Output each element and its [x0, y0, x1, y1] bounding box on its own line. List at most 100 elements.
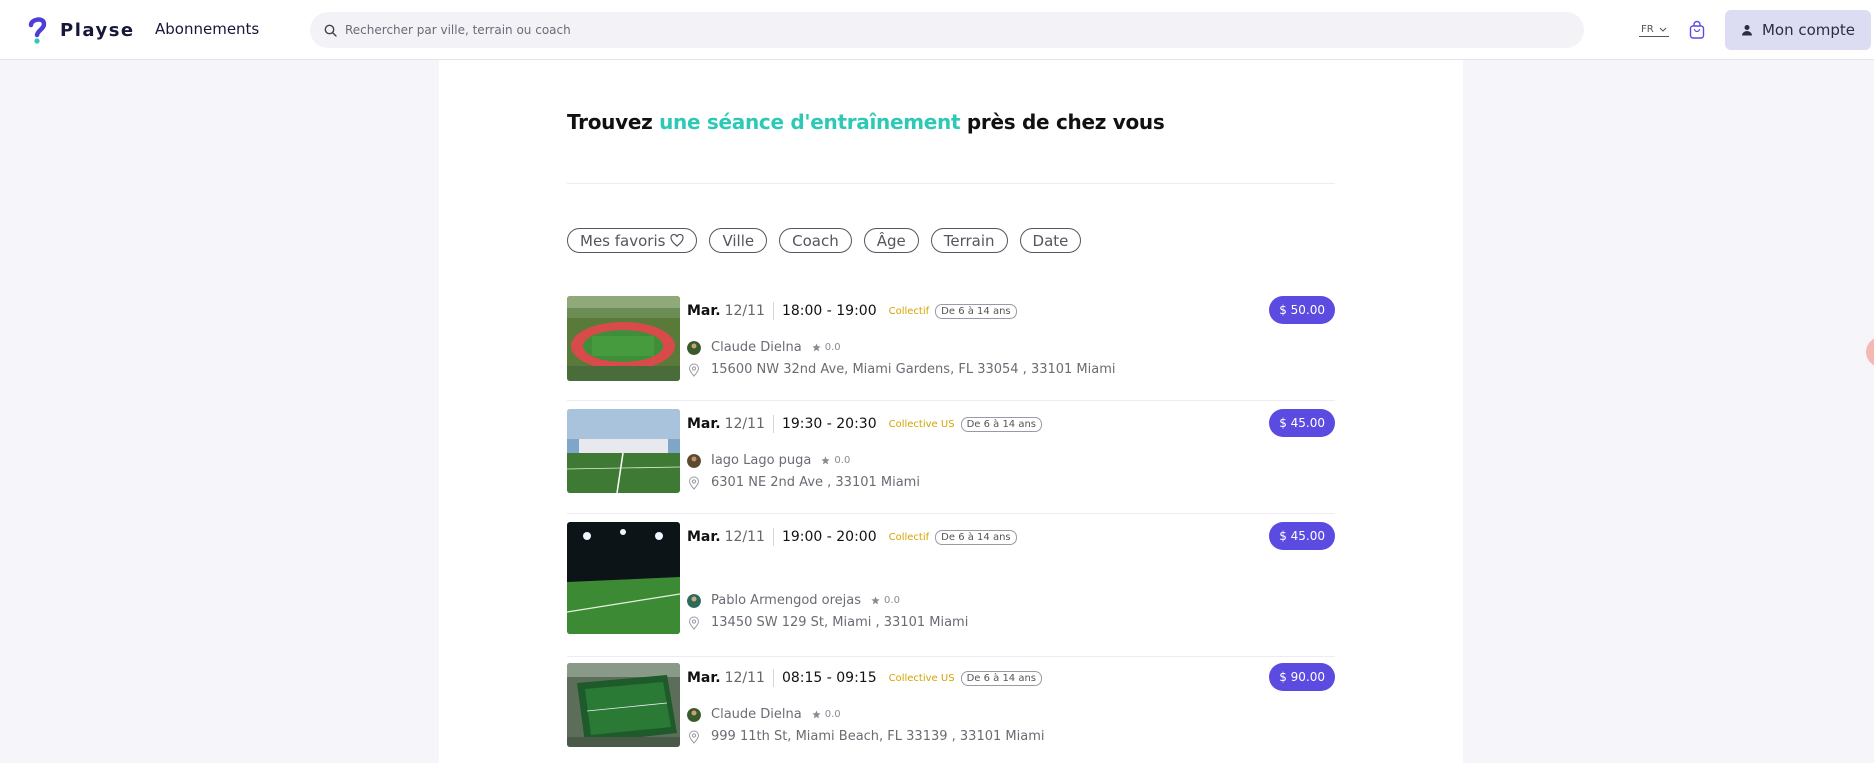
session-header: Mar. 12/11 18:00 - 19:00 Collectif De 6 …: [687, 302, 1017, 320]
session-day: Mar.: [687, 416, 721, 432]
divider: [567, 183, 1335, 184]
location-pin-icon: [688, 363, 700, 377]
field-photo: [567, 409, 680, 493]
address: 6301 NE 2nd Ave , 33101 Miami: [711, 475, 920, 490]
search-bar[interactable]: [310, 12, 1584, 48]
nav-subscriptions-link[interactable]: Abonnements: [155, 20, 259, 38]
age-badge: De 6 à 14 ans: [960, 416, 1043, 432]
rating: 0.0: [812, 342, 841, 353]
coach-name[interactable]: Claude Dielna: [711, 707, 802, 722]
star-icon: [871, 596, 880, 605]
filter-field[interactable]: Terrain: [930, 228, 1008, 253]
session-header: Mar. 12/11 08:15 - 09:15 Collective US D…: [687, 669, 1043, 687]
session-time: 18:00 - 19:00: [781, 303, 877, 319]
account-label: Mon compte: [1761, 21, 1856, 39]
coach-info: Pablo Armengod orejas 0.0: [687, 593, 900, 608]
avatar: [687, 593, 701, 608]
session-date: 12/11: [724, 303, 765, 319]
rating: 0.0: [871, 595, 900, 606]
rating-value: 0.0: [824, 709, 841, 720]
address-line: 6301 NE 2nd Ave , 33101 Miami: [687, 475, 920, 490]
separator: [772, 302, 774, 320]
language-selector[interactable]: FR: [1639, 24, 1669, 37]
session-type-tag: Collectif: [888, 531, 930, 543]
location-pin-icon: [688, 730, 700, 744]
rating: 0.0: [821, 455, 850, 466]
coach-info: Iago Lago puga 0.0: [687, 453, 850, 468]
filter-label: Mes favoris: [580, 231, 666, 250]
chat-launcher-button[interactable]: [1866, 337, 1874, 367]
rating: 0.0: [812, 709, 841, 720]
star-icon: [821, 456, 831, 465]
session-type-tag: Collective US: [888, 418, 955, 430]
filter-favorites[interactable]: Mes favoris: [567, 228, 698, 253]
field-photo: [567, 522, 680, 634]
session-card[interactable]: Mar. 12/11 18:00 - 19:00 Collectif De 6 …: [567, 296, 1335, 401]
star-icon: [812, 343, 821, 352]
price-badge[interactable]: $ 50.00: [1269, 296, 1335, 324]
top-header: Playse Abonnements FR Mon compte: [0, 0, 1874, 60]
coach-name[interactable]: Claude Dielna: [711, 340, 802, 355]
address-line: 13450 SW 129 St, Miami , 33101 Miami: [687, 615, 968, 630]
logo-mark-icon: [28, 17, 47, 44]
avatar: [687, 453, 701, 468]
price-badge[interactable]: $ 45.00: [1269, 409, 1335, 437]
chevron-down-icon: [1659, 27, 1667, 32]
session-time: 08:15 - 09:15: [781, 670, 877, 686]
filter-age[interactable]: Âge: [863, 228, 919, 253]
location-pin-icon: [688, 476, 700, 490]
brand-name: Playse: [60, 19, 135, 41]
age-badge: De 6 à 14 ans: [960, 670, 1043, 686]
separator: [772, 669, 774, 687]
session-type-tag: Collective US: [888, 672, 955, 684]
avatar: [687, 340, 701, 355]
session-card[interactable]: Mar. 12/11 08:15 - 09:15 Collective US D…: [567, 663, 1335, 763]
my-account-button[interactable]: Mon compte: [1725, 10, 1871, 50]
location-pin-icon: [688, 616, 700, 630]
address: 999 11th St, Miami Beach, FL 33139 , 331…: [711, 729, 1045, 744]
coach-name[interactable]: Iago Lago puga: [711, 453, 811, 468]
session-date: 12/11: [724, 670, 765, 686]
session-header: Mar. 12/11 19:00 - 20:00 Collectif De 6 …: [687, 528, 1017, 546]
session-card[interactable]: Mar. 12/11 19:30 - 20:30 Collective US D…: [567, 409, 1335, 514]
coach-info: Claude Dielna 0.0: [687, 340, 841, 355]
address-line: 999 11th St, Miami Beach, FL 33139 , 331…: [687, 729, 1044, 744]
heart-icon: [670, 234, 685, 247]
search-icon: [324, 24, 337, 37]
address-line: 15600 NW 32nd Ave, Miami Gardens, FL 330…: [687, 362, 1116, 377]
price-badge[interactable]: $ 45.00: [1269, 522, 1335, 550]
session-type-tag: Collectif: [888, 305, 930, 317]
rating-value: 0.0: [834, 455, 851, 466]
cart-icon[interactable]: [1688, 20, 1706, 40]
coach-name[interactable]: Pablo Armengod orejas: [711, 593, 861, 608]
headline-start: Trouvez: [567, 110, 653, 134]
headline-end: près de chez vous: [966, 110, 1165, 134]
session-date: 12/11: [724, 416, 765, 432]
filter-city[interactable]: Ville: [709, 228, 768, 253]
field-photo: [567, 663, 680, 747]
filter-bar: Mes favoris Ville Coach Âge Terrain Date: [567, 228, 1082, 253]
price-badge[interactable]: $ 90.00: [1269, 663, 1335, 691]
star-icon: [812, 710, 821, 719]
filter-coach[interactable]: Coach: [779, 228, 852, 253]
session-time: 19:00 - 20:00: [781, 529, 877, 545]
separator: [772, 415, 774, 433]
brand-logo[interactable]: Playse: [28, 15, 135, 45]
session-card[interactable]: Mar. 12/11 19:00 - 20:00 Collectif De 6 …: [567, 522, 1335, 657]
age-badge: De 6 à 14 ans: [935, 529, 1017, 545]
main-panel: Trouvez une séance d'entraînement près d…: [439, 60, 1463, 763]
avatar: [687, 707, 701, 722]
search-input[interactable]: [345, 23, 1545, 37]
session-date: 12/11: [724, 529, 765, 545]
session-day: Mar.: [687, 529, 721, 545]
headline-accent: une séance d'entraînement: [659, 110, 961, 134]
address: 15600 NW 32nd Ave, Miami Gardens, FL 330…: [711, 362, 1116, 377]
session-day: Mar.: [687, 303, 721, 319]
address: 13450 SW 129 St, Miami , 33101 Miami: [711, 615, 969, 630]
filter-date[interactable]: Date: [1019, 228, 1082, 253]
page-title: Trouvez une séance d'entraînement près d…: [567, 110, 1165, 134]
separator: [772, 528, 774, 546]
session-header: Mar. 12/11 19:30 - 20:30 Collective US D…: [687, 415, 1043, 433]
session-day: Mar.: [687, 670, 721, 686]
rating-value: 0.0: [824, 342, 841, 353]
